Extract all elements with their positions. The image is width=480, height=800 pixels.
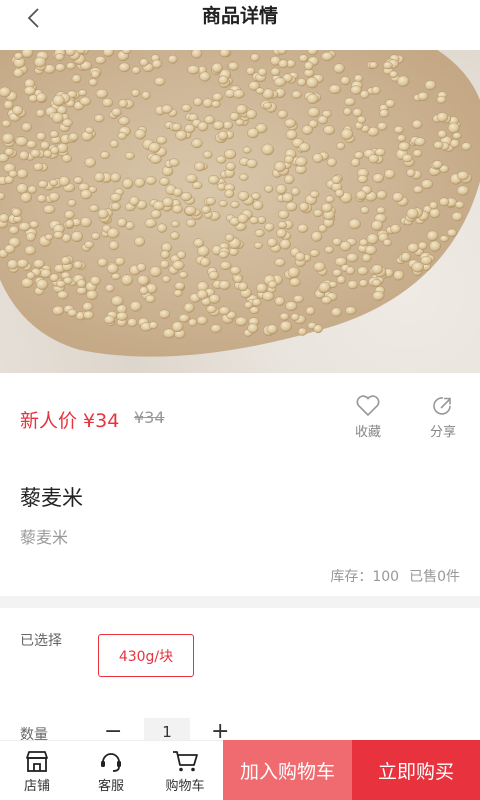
headset-icon: [101, 752, 121, 772]
cart-icon: [173, 750, 198, 771]
customer-service-button[interactable]: 客服: [74, 741, 148, 800]
page-title: 商品详情: [201, 5, 278, 27]
customer-service-label: 客服: [97, 778, 124, 794]
stock-info: 库存：100 已售0件: [330, 566, 460, 586]
top-bar: 商品详情: [0, 0, 480, 50]
store-button[interactable]: 店铺: [0, 741, 74, 800]
new-user-price: 新人价 ¥34: [20, 410, 120, 432]
favorite-label: 收藏: [354, 425, 381, 440]
price-section: 新人价 ¥34 ¥34 收藏 分享: [0, 390, 480, 450]
share-label: 分享: [429, 425, 456, 440]
product-name: 藜麦米: [20, 486, 83, 510]
buy-now-button[interactable]: 立即购买: [352, 740, 480, 800]
cart-label: 购物车: [165, 778, 205, 794]
product-subtitle: 藜麦米: [20, 528, 69, 547]
heart-icon: [356, 395, 380, 417]
section-divider: [0, 596, 480, 608]
share-icon: [433, 397, 451, 415]
store-label: 店铺: [23, 778, 50, 794]
cart-button[interactable]: 购物车: [148, 741, 222, 800]
quinoa-photo: [0, 50, 480, 357]
add-to-cart-button[interactable]: 加入购物车: [223, 740, 352, 800]
product-image[interactable]: [0, 50, 480, 373]
inventory-count: 库存：100: [330, 569, 400, 585]
favorite-button[interactable]: 收藏: [343, 394, 393, 440]
share-button[interactable]: 分享: [418, 394, 468, 440]
original-price: ¥34: [134, 408, 165, 427]
store-icon: [26, 750, 48, 772]
sold-count: 已售0件: [409, 569, 460, 585]
spec-option[interactable]: 430g/块: [98, 634, 194, 677]
selected-label: 已选择: [20, 633, 62, 649]
